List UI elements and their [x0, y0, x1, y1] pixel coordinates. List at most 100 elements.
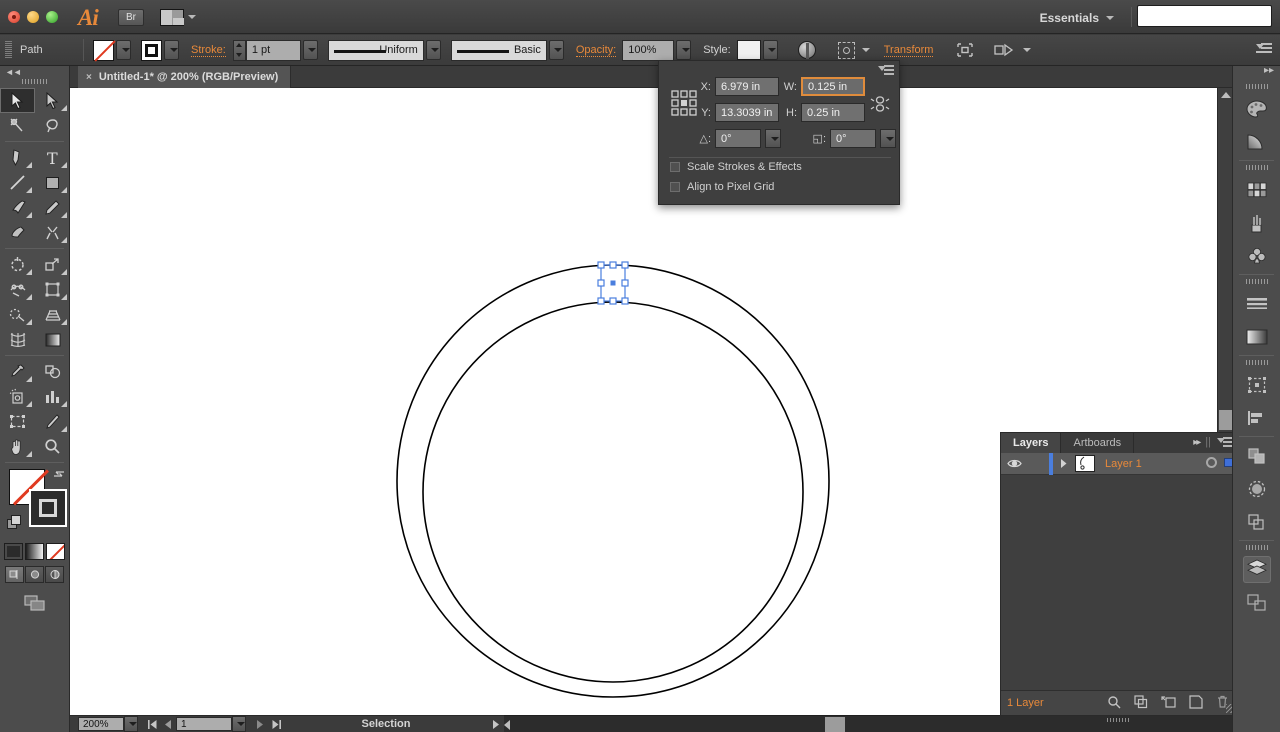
next-artboard-button[interactable] — [252, 716, 268, 732]
scroll-up-icon[interactable] — [1221, 92, 1231, 98]
stroke-swatch-dropdown[interactable] — [164, 40, 179, 60]
scale-strokes-effects-row[interactable]: Scale Strokes & Effects — [670, 161, 802, 173]
gradient-tool[interactable] — [35, 327, 70, 352]
zoom-window-button[interactable] — [46, 11, 58, 23]
bridge-button[interactable]: Br — [118, 9, 144, 26]
y-field[interactable]: 13.3039 in — [715, 103, 779, 122]
scale-tool[interactable] — [35, 252, 70, 277]
first-artboard-button[interactable] — [144, 716, 160, 732]
dock-group-grip[interactable] — [1245, 165, 1268, 170]
arrange-icon[interactable] — [993, 41, 1015, 59]
brushes-panel-icon[interactable] — [1233, 206, 1280, 239]
align-pixel-grid-row[interactable]: Align to Pixel Grid — [670, 181, 774, 193]
stroke-weight-stepper[interactable] — [232, 39, 246, 61]
stroke-profile-select[interactable]: Uniform — [327, 39, 424, 61]
isolate-dropdown[interactable] — [857, 40, 872, 60]
align-icon[interactable] — [955, 41, 975, 59]
brush-definition-select[interactable]: Basic — [450, 39, 547, 61]
shear-field[interactable]: 0° — [830, 129, 876, 148]
symbol-sprayer-tool[interactable] — [0, 384, 35, 409]
paintbrush-tool[interactable] — [0, 195, 35, 220]
close-window-button[interactable] — [8, 11, 20, 23]
magic-wand-tool[interactable] — [0, 113, 35, 138]
eye-icon[interactable] — [1001, 458, 1027, 469]
opacity-label[interactable]: Opacity: — [575, 44, 617, 57]
none-mode-button[interactable] — [46, 543, 65, 560]
locate-object-icon[interactable] — [1107, 695, 1121, 709]
graphic-style-swatch[interactable] — [736, 40, 761, 60]
control-bar-grip[interactable] — [5, 41, 12, 59]
selection-tool[interactable] — [0, 88, 35, 113]
symbols-panel-icon[interactable] — [1233, 239, 1280, 272]
opacity-dropdown[interactable] — [676, 40, 692, 60]
status-menu-button[interactable] — [488, 716, 504, 732]
expand-panels-icon[interactable]: ▸▸ — [1193, 437, 1201, 448]
tools-panel-grip[interactable] — [21, 79, 48, 84]
transform-panel-icon[interactable] — [1233, 368, 1280, 401]
free-transform-tool[interactable] — [35, 277, 70, 302]
arrange-documents-button[interactable] — [160, 8, 200, 26]
previous-artboard-button[interactable] — [160, 716, 176, 732]
fill-color-swatch[interactable] — [93, 39, 114, 61]
graphic-style-dropdown[interactable] — [762, 40, 778, 60]
pencil-tool[interactable] — [35, 195, 70, 220]
shape-builder-tool[interactable] — [0, 302, 35, 327]
transform-panel-menu-icon[interactable] — [878, 65, 894, 76]
target-circle-icon[interactable] — [1206, 457, 1217, 468]
layers-panel-grip[interactable] — [1107, 718, 1131, 722]
dock-group-grip[interactable] — [1245, 279, 1268, 284]
transparency-panel-icon[interactable] — [1233, 472, 1280, 505]
align-pixel-grid-checkbox[interactable] — [670, 182, 680, 192]
swatches-panel-icon[interactable] — [1233, 173, 1280, 206]
tab-layers[interactable]: Layers — [1001, 433, 1062, 453]
pen-tool[interactable] — [0, 145, 35, 170]
horizontal-scrollbar-thumb[interactable] — [825, 717, 845, 732]
fill-swatch-dropdown[interactable] — [116, 40, 131, 60]
document-tab[interactable]: × Untitled-1* @ 200% (RGB/Preview) — [78, 66, 292, 88]
w-field[interactable]: 0.125 in — [801, 77, 865, 96]
perspective-grid-tool[interactable] — [35, 302, 70, 327]
artboard-number-input[interactable]: 1 — [176, 717, 232, 731]
color-mode-button[interactable] — [4, 543, 23, 560]
eraser-tool[interactable] — [35, 220, 70, 245]
make-clipping-mask-icon[interactable] — [1134, 695, 1148, 709]
blob-brush-tool[interactable] — [0, 220, 35, 245]
artboard-tool[interactable] — [0, 409, 35, 434]
last-artboard-button[interactable] — [268, 716, 284, 732]
stroke-weight-input[interactable]: 1 pt — [245, 39, 301, 61]
search-input[interactable] — [1137, 5, 1272, 27]
chevron-right-icon[interactable] — [1053, 459, 1073, 468]
lasso-tool[interactable] — [35, 113, 70, 138]
swap-fill-stroke-icon[interactable] — [52, 467, 66, 481]
create-new-layer-icon[interactable] — [1189, 695, 1203, 709]
slice-tool[interactable] — [35, 409, 70, 434]
layers-panel-icon[interactable] — [1233, 553, 1280, 586]
hand-tool[interactable] — [0, 434, 35, 459]
eyedropper-tool[interactable] — [0, 359, 35, 384]
gradient-mode-button[interactable] — [25, 543, 44, 560]
collapse-tools-icon[interactable]: ◄◄ — [5, 67, 22, 77]
layer-row[interactable]: Layer 1 — [1001, 452, 1237, 475]
vertical-scrollbar-thumb[interactable] — [1219, 410, 1232, 430]
stroke-weight-dropdown[interactable] — [302, 40, 318, 60]
artboards-panel-icon[interactable] — [1233, 586, 1280, 619]
reference-point-grid-icon[interactable] — [671, 90, 697, 116]
workspace-switcher[interactable]: Essentials — [1034, 8, 1120, 27]
isolate-selection-icon[interactable] — [837, 41, 855, 59]
control-panel-menu-icon[interactable] — [1256, 43, 1272, 57]
default-fill-stroke-icon[interactable] — [7, 515, 22, 530]
recolor-artwork-icon[interactable] — [797, 41, 816, 59]
stroke-profile-dropdown[interactable] — [425, 40, 441, 60]
tab-artboards[interactable]: Artboards — [1061, 433, 1135, 453]
gradient-panel-icon[interactable] — [1233, 320, 1280, 353]
layer-name[interactable]: Layer 1 — [1105, 458, 1142, 470]
pathfinder-panel-icon[interactable] — [1233, 439, 1280, 472]
direct-selection-tool[interactable] — [35, 88, 70, 113]
rectangle-tool[interactable] — [35, 170, 70, 195]
line-segment-tool[interactable] — [0, 170, 35, 195]
mesh-tool[interactable] — [0, 327, 35, 352]
shear-dropdown[interactable] — [880, 129, 896, 148]
draw-inside-button[interactable] — [45, 566, 64, 583]
scroll-left-icon[interactable] — [504, 720, 510, 730]
rotate-field[interactable]: 0° — [715, 129, 761, 148]
